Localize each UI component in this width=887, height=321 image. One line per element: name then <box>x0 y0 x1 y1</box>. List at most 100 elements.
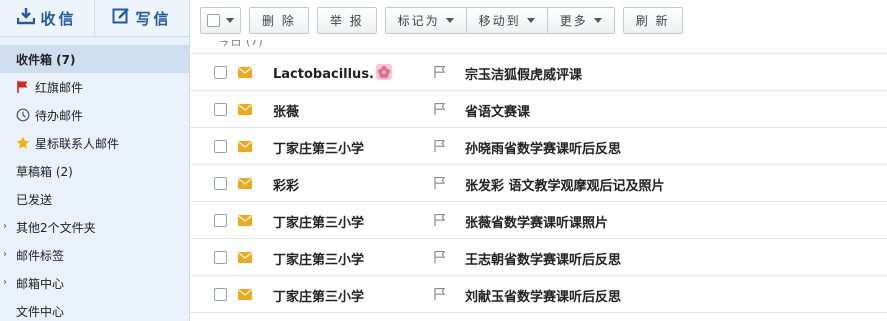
receive-button[interactable]: 收信 <box>0 0 94 36</box>
unread-mail-icon <box>238 252 252 263</box>
clock-icon <box>16 108 30 122</box>
message-row[interactable]: 丁家庄第三小学 张薇省数学赛课听课照片 <box>190 202 887 239</box>
subject: 孙晓雨省数学赛课听后反思 <box>465 142 622 157</box>
report-button[interactable]: 举 报 <box>316 6 377 34</box>
folder-label: 星标联系人邮件 <box>35 136 120 151</box>
compose-button[interactable]: 写信 <box>94 0 189 36</box>
sender-text: Lactobacillus. <box>273 67 374 82</box>
chevron-down-icon <box>226 17 234 23</box>
folder-label: 其他2个文件夹 <box>16 220 96 235</box>
folder-file-center[interactable]: 文件中心 <box>0 297 189 321</box>
subject: 张薇省数学赛课听课照片 <box>465 216 609 231</box>
folder-label: 邮件标签 <box>16 248 65 263</box>
unread-mail-icon <box>238 215 252 226</box>
row-checkbox[interactable] <box>214 251 227 264</box>
folder-label: 待办邮件 <box>35 108 84 123</box>
date-group-header: 今日 (7) <box>190 40 887 54</box>
download-icon <box>17 7 36 29</box>
folder-label: 已发送 <box>16 192 53 207</box>
sender-name: 丁家庄第三小学 <box>273 253 365 268</box>
sidebar-top-actions: 收信 写信 <box>0 0 189 37</box>
folder-label: 草稿箱 (2) <box>16 164 73 179</box>
row-checkbox[interactable] <box>214 66 227 79</box>
mark-as-dropdown[interactable]: 标记为 <box>384 6 467 34</box>
message-row[interactable]: 丁家庄第三小学 孙晓雨省数学赛课听后反思 <box>190 128 887 165</box>
flag-outline-icon[interactable] <box>433 176 447 190</box>
message-row[interactable]: 彩彩 张发彩 语文教学观摩观后记及照片 <box>190 165 887 202</box>
star-icon <box>16 136 30 150</box>
row-checkbox[interactable] <box>214 214 227 227</box>
message-list: 今日 (7) Lactobacillus. 宗玉洁狐假虎威评课 张薇 省语文赛课… <box>190 40 887 321</box>
select-all-checkbox[interactable] <box>207 13 220 27</box>
flag-outline-icon[interactable] <box>433 139 447 153</box>
flag-outline-icon[interactable] <box>433 287 447 301</box>
chevron-down-icon <box>526 17 535 23</box>
mark-as-label: 标记为 <box>397 13 440 28</box>
message-row[interactable]: Lactobacillus. 宗玉洁狐假虎威评课 <box>190 54 887 91</box>
folder-label: 文件中心 <box>16 304 65 319</box>
delete-button[interactable]: 删 除 <box>249 6 309 34</box>
compose-icon <box>112 7 130 29</box>
folder-sent[interactable]: 已发送 <box>0 185 189 213</box>
unread-mail-icon <box>238 178 252 189</box>
toolbar: 删 除 举 报 标记为 移动到 更多 刷 新 <box>190 0 887 40</box>
row-checkbox[interactable] <box>214 288 227 301</box>
receive-label: 收信 <box>40 9 77 28</box>
row-checkbox[interactable] <box>214 103 227 116</box>
unread-mail-icon <box>238 141 252 152</box>
chevron-right-icon[interactable]: › <box>3 222 11 232</box>
mail-app: 收信 写信 收件箱 (7) 红旗邮件 待办邮件 星标联系人邮件 草稿箱 (2) … <box>0 0 887 321</box>
red-flag-icon <box>16 80 30 94</box>
sender-name: 丁家庄第三小学 <box>273 290 365 305</box>
sender-name: 丁家庄第三小学 <box>273 216 365 231</box>
subject: 宗玉洁狐假虎威评课 <box>465 68 583 83</box>
date-group-label: 今日 (7) <box>218 40 263 48</box>
sidebar: 收信 写信 收件箱 (7) 红旗邮件 待办邮件 星标联系人邮件 草稿箱 (2) … <box>0 0 190 321</box>
folder-label: 收件箱 (7) <box>16 52 76 67</box>
sender-name: 张薇 <box>273 105 300 120</box>
message-row[interactable]: 张薇 省语文赛课 <box>190 91 887 128</box>
flag-outline-icon[interactable] <box>433 65 447 79</box>
folder-todo[interactable]: 待办邮件 <box>0 101 189 129</box>
row-checkbox[interactable] <box>214 140 227 153</box>
more-dropdown[interactable]: 更多 <box>547 6 615 34</box>
sender-name: 丁家庄第三小学 <box>273 142 365 157</box>
move-to-dropdown[interactable]: 移动到 <box>466 6 548 34</box>
message-row[interactable]: 丁家庄第三小学 刘献玉省数学赛课听后反思 <box>190 276 887 313</box>
folder-mail-tags[interactable]: › 邮件标签 <box>0 241 189 269</box>
unread-mail-icon <box>238 289 252 300</box>
chevron-down-icon <box>593 17 602 23</box>
folder-inbox[interactable]: 收件箱 (7) <box>0 45 189 73</box>
more-label: 更多 <box>559 13 588 28</box>
chevron-right-icon[interactable]: › <box>3 278 11 288</box>
unread-mail-icon <box>238 104 252 115</box>
folder-drafts[interactable]: 草稿箱 (2) <box>0 157 189 185</box>
flag-outline-icon[interactable] <box>433 213 447 227</box>
unread-mail-icon <box>238 67 252 78</box>
flower-emoji-icon <box>376 64 392 80</box>
folder-other[interactable]: › 其他2个文件夹 <box>0 213 189 241</box>
folder-label: 邮箱中心 <box>16 276 65 291</box>
folder-label: 红旗邮件 <box>35 80 84 95</box>
folder-red-flag[interactable]: 红旗邮件 <box>0 73 189 101</box>
sender-name: 彩彩 <box>273 179 300 194</box>
sender-name: Lactobacillus. <box>273 64 392 82</box>
compose-label: 写信 <box>135 9 172 28</box>
chevron-down-icon <box>445 17 454 23</box>
folder-list: 收件箱 (7) 红旗邮件 待办邮件 星标联系人邮件 草稿箱 (2) 已发送 › … <box>0 37 189 321</box>
action-group: 标记为 移动到 更多 <box>384 6 615 34</box>
subject: 刘献玉省数学赛课听后反思 <box>465 290 622 305</box>
move-to-label: 移动到 <box>478 13 521 28</box>
subject: 张发彩 语文教学观摩观后记及照片 <box>465 179 665 194</box>
message-row[interactable]: 丁家庄第三小学 王志朝省数学赛课听后反思 <box>190 239 887 276</box>
folder-mailbox-center[interactable]: › 邮箱中心 <box>0 269 189 297</box>
chevron-right-icon[interactable]: › <box>3 250 11 260</box>
subject: 王志朝省数学赛课听后反思 <box>465 253 622 268</box>
flag-outline-icon[interactable] <box>433 102 447 116</box>
subject: 省语文赛课 <box>465 105 531 120</box>
folder-starred-contacts[interactable]: 星标联系人邮件 <box>0 129 189 157</box>
flag-outline-icon[interactable] <box>433 250 447 264</box>
refresh-button[interactable]: 刷 新 <box>622 6 683 34</box>
select-all-dropdown[interactable] <box>200 6 241 34</box>
row-checkbox[interactable] <box>214 177 227 190</box>
